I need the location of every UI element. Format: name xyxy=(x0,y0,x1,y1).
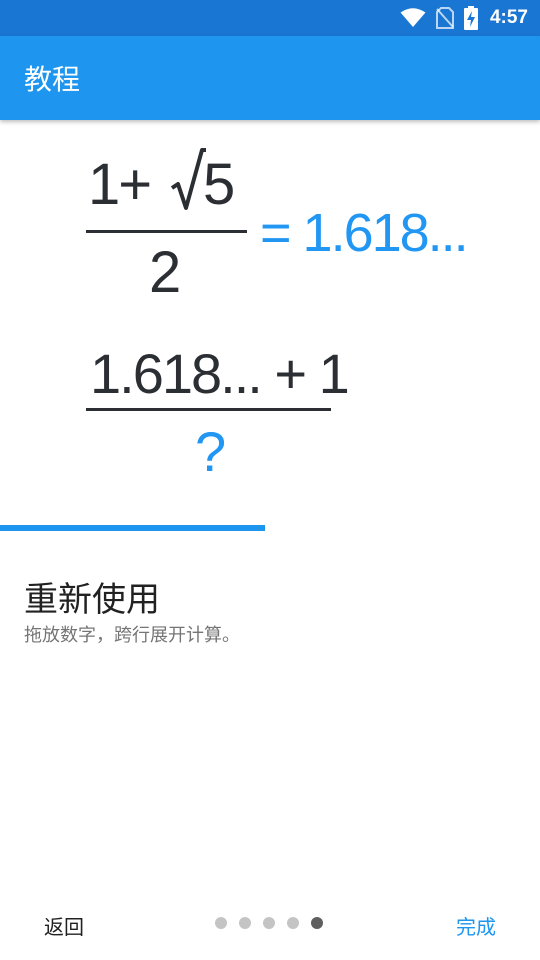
wifi-icon xyxy=(400,8,426,28)
formula-illustration: 1+ 5 2 = 1.618... 1.618... + 1 ? xyxy=(0,120,540,530)
app-bar: 教程 xyxy=(0,36,540,120)
app-title: 教程 xyxy=(24,63,81,96)
formula1-radicand: 5 xyxy=(203,152,236,217)
page-dot-4 xyxy=(287,917,299,929)
no-sim-icon xyxy=(435,7,454,29)
status-time: 4:57 xyxy=(489,7,528,28)
done-button[interactable]: 完成 xyxy=(442,900,510,950)
tutorial-description: 拖放数字，跨行展开计算。 xyxy=(24,625,240,646)
formula2-denominator: ? xyxy=(195,420,227,483)
tutorial-progress-fill xyxy=(0,525,265,531)
battery-charging-icon xyxy=(463,6,478,30)
status-bar: 4:57 xyxy=(0,0,540,36)
tutorial-screen: 4:57 教程 1+ 5 2 = 1.618... 1.618... + 1 ?… xyxy=(0,0,540,960)
back-button[interactable]: 返回 xyxy=(30,900,98,950)
page-dot-5 xyxy=(311,917,323,929)
page-dot-3 xyxy=(263,917,275,929)
formula2-numerator: 1.618... + 1 xyxy=(90,342,350,405)
formula1-fraction-bar xyxy=(86,230,247,233)
tutorial-heading: 重新使用 xyxy=(24,580,160,620)
square-root-icon xyxy=(170,148,206,216)
formula2-fraction-bar xyxy=(86,408,331,411)
page-indicator xyxy=(215,917,323,929)
formula1-result: = 1.618... xyxy=(260,203,469,263)
formula1-numerator-prefix: 1+ xyxy=(88,152,152,217)
page-dot-2 xyxy=(239,917,251,929)
tutorial-progress xyxy=(0,525,540,531)
formula1-denominator: 2 xyxy=(149,240,182,305)
page-dot-1 xyxy=(215,917,227,929)
